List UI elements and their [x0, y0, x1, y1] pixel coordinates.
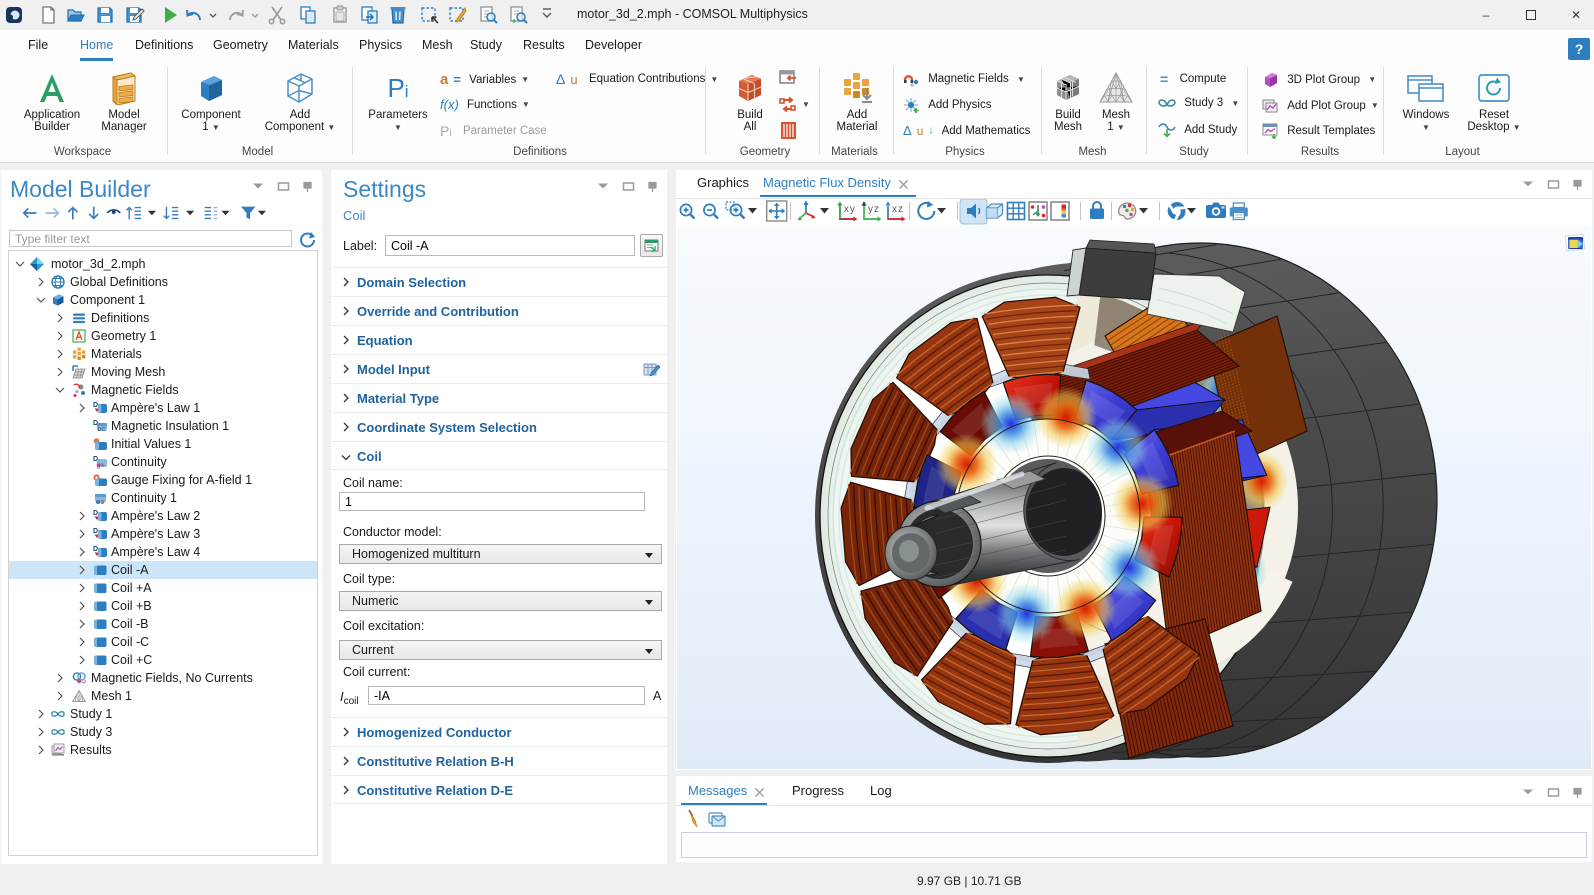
svg-text:x: x [844, 204, 849, 215]
svg-text:D: D [93, 546, 98, 553]
svg-text:D: D [93, 510, 98, 517]
svg-text:DC: DC [98, 427, 106, 433]
svg-text:D: D [93, 402, 98, 409]
svg-text:D: D [93, 528, 98, 535]
svg-text:x: x [892, 204, 897, 215]
svg-text:z: z [898, 204, 903, 215]
svg-text:y: y [850, 204, 855, 215]
svg-text:z: z [874, 204, 879, 215]
svg-text:y: y [868, 204, 873, 215]
